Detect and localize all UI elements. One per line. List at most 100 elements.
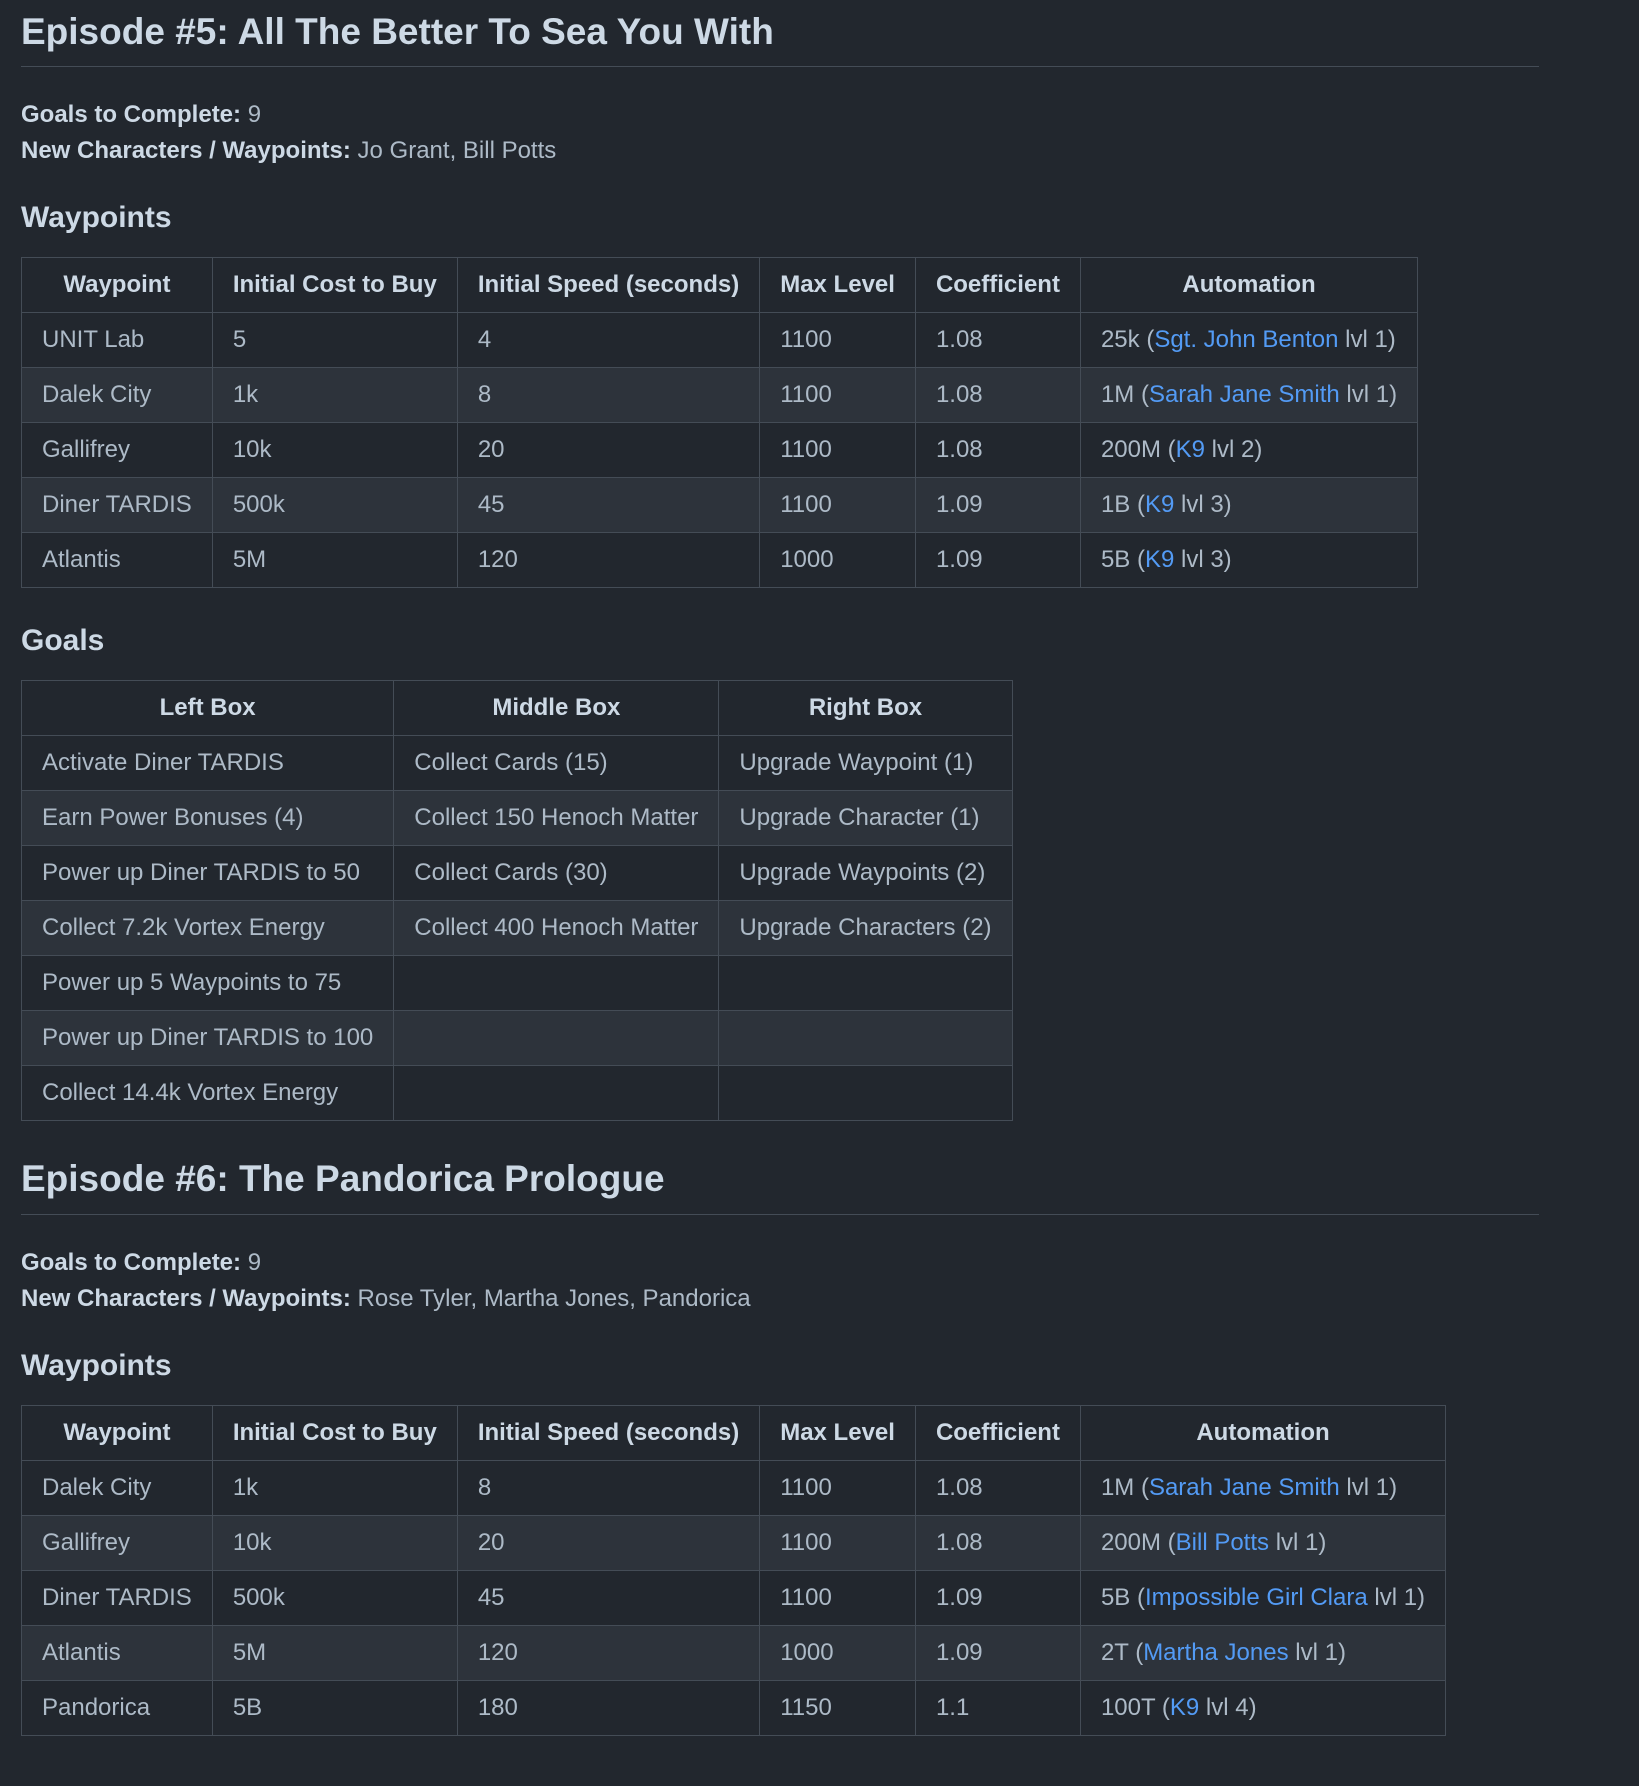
table-header-row: Waypoint Initial Cost to Buy Initial Spe… [21, 257, 1419, 314]
character-link[interactable]: Sarah Jane Smith [1149, 1474, 1340, 1501]
cell-middle-box [393, 1010, 720, 1067]
cell-left-box: Collect 7.2k Vortex Energy [20, 900, 395, 957]
character-link[interactable]: K9 [1170, 1694, 1199, 1721]
automation-cost: 5B ( [1100, 546, 1145, 574]
col-max-level: Max Level [759, 1404, 916, 1461]
goals-to-complete: Goals to Complete: 9 [21, 1245, 1539, 1281]
cell-waypoint: Dalek City [21, 367, 213, 424]
cell-middle-box [393, 955, 720, 1012]
table-row: Gallifrey 10k 20 1100 1.08 200M (Bill Po… [21, 1514, 1447, 1571]
col-initial-speed: Initial Speed (seconds) [456, 257, 761, 314]
table-row: Dalek City 1k 8 1100 1.08 1M (Sarah Jane… [21, 1459, 1447, 1516]
table-row: Power up Diner TARDIS to 100 [20, 1010, 1013, 1067]
cell-left-box: Power up Diner TARDIS to 50 [20, 845, 395, 902]
cell-cost: 10k [211, 422, 458, 479]
col-coefficient: Coefficient [914, 257, 1081, 314]
cell-max-level: 1100 [759, 312, 916, 369]
episode-5-meta: Goals to Complete: 9 New Characters / Wa… [21, 97, 1539, 169]
cell-automation: 200M (Bill Potts lvl 1) [1079, 1514, 1447, 1571]
col-max-level: Max Level [759, 257, 916, 314]
cell-automation: 200M (K9 lvl 2) [1079, 422, 1419, 479]
cell-automation: 5B (Impossible Girl Clara lvl 1) [1079, 1569, 1447, 1626]
cell-right-box: Upgrade Waypoint (1) [718, 735, 1013, 792]
waypoints-heading: Waypoints [21, 1348, 172, 1382]
cell-max-level: 1100 [759, 477, 916, 534]
character-link[interactable]: Sgt. John Benton [1154, 326, 1338, 353]
new-value: Rose Tyler, Martha Jones, Pandorica [357, 1284, 751, 1312]
table-row: Diner TARDIS 500k 45 1100 1.09 1B (K9 lv… [21, 477, 1419, 534]
new-characters: New Characters / Waypoints: Rose Tyler, … [21, 1281, 1539, 1317]
cell-waypoint: Gallifrey [21, 422, 213, 479]
automation-level: lvl 1) [1367, 1583, 1426, 1611]
episode-5-waypoints-table: Waypoint Initial Cost to Buy Initial Spe… [21, 257, 1419, 589]
cell-cost: 1k [211, 1459, 458, 1516]
cell-speed: 8 [456, 1459, 761, 1516]
episode-6-waypoints-table: Waypoint Initial Cost to Buy Initial Spe… [21, 1404, 1447, 1736]
character-link[interactable]: K9 [1176, 436, 1205, 463]
col-automation: Automation [1079, 1404, 1447, 1461]
automation-cost: 5B ( [1100, 1583, 1145, 1611]
automation-cost: 25k ( [1100, 326, 1155, 354]
cell-waypoint: Diner TARDIS [21, 1569, 213, 1626]
character-link[interactable]: Sarah Jane Smith [1149, 381, 1340, 408]
cell-speed: 120 [456, 1624, 761, 1681]
col-initial-speed: Initial Speed (seconds) [456, 1404, 761, 1461]
col-initial-cost: Initial Cost to Buy [211, 257, 458, 314]
table-row: Collect 7.2k Vortex Energy Collect 400 H… [20, 900, 1013, 957]
cell-right-box [718, 1010, 1013, 1067]
table-header-row: Waypoint Initial Cost to Buy Initial Spe… [21, 1404, 1447, 1461]
cell-right-box: Upgrade Characters (2) [718, 900, 1013, 957]
cell-cost: 5M [211, 532, 458, 589]
character-link[interactable]: K9 [1145, 546, 1174, 573]
col-left-box: Left Box [20, 680, 395, 737]
cell-cost: 5B [211, 1679, 458, 1736]
cell-waypoint: Diner TARDIS [21, 477, 213, 534]
col-automation: Automation [1079, 257, 1419, 314]
character-link[interactable]: Martha Jones [1143, 1639, 1288, 1666]
col-right-box: Right Box [718, 680, 1013, 737]
cell-left-box: Activate Diner TARDIS [20, 735, 395, 792]
automation-cost: 2T ( [1100, 1638, 1144, 1666]
automation-level: lvl 3) [1174, 546, 1232, 574]
cell-speed: 4 [456, 312, 761, 369]
cell-automation: 2T (Martha Jones lvl 1) [1079, 1624, 1447, 1681]
cell-middle-box: Collect Cards (30) [393, 845, 720, 902]
automation-cost: 1M ( [1100, 1473, 1149, 1501]
cell-coefficient: 1.08 [914, 1459, 1081, 1516]
automation-cost: 100T ( [1100, 1693, 1170, 1721]
character-link[interactable]: Impossible Girl Clara [1145, 1584, 1368, 1611]
table-row: Power up Diner TARDIS to 50 Collect Card… [20, 845, 1013, 902]
cell-max-level: 1100 [759, 1459, 916, 1516]
cell-middle-box: Collect 400 Henoch Matter [393, 900, 720, 957]
cell-automation: 100T (K9 lvl 4) [1079, 1679, 1447, 1736]
cell-waypoint: Atlantis [21, 532, 213, 589]
cell-max-level: 1100 [759, 1569, 916, 1626]
cell-cost: 500k [211, 477, 458, 534]
cell-middle-box: Collect 150 Henoch Matter [393, 790, 720, 847]
character-link[interactable]: K9 [1145, 491, 1174, 518]
cell-middle-box: Collect Cards (15) [393, 735, 720, 792]
new-label: New Characters / Waypoints: [21, 1284, 351, 1312]
cell-left-box: Power up 5 Waypoints to 75 [20, 955, 395, 1012]
table-row: Diner TARDIS 500k 45 1100 1.09 5B (Impos… [21, 1569, 1447, 1626]
automation-cost: 200M ( [1100, 1528, 1176, 1556]
col-coefficient: Coefficient [914, 1404, 1081, 1461]
cell-left-box: Collect 14.4k Vortex Energy [20, 1065, 395, 1122]
automation-cost: 1M ( [1100, 381, 1149, 409]
cell-automation: 1M (Sarah Jane Smith lvl 1) [1079, 367, 1419, 424]
goals-label: Goals to Complete: [21, 101, 242, 129]
table-row: Pandorica 5B 180 1150 1.1 100T (K9 lvl 4… [21, 1679, 1447, 1736]
table-row: Activate Diner TARDIS Collect Cards (15)… [20, 735, 1013, 792]
episode-6-title: Episode #6: The Pandorica Prologue [21, 1147, 1539, 1215]
col-waypoint: Waypoint [21, 1404, 213, 1461]
automation-level: lvl 1) [1269, 1528, 1327, 1556]
cell-waypoint: Pandorica [21, 1679, 213, 1736]
cell-coefficient: 1.08 [914, 1514, 1081, 1571]
cell-coefficient: 1.08 [914, 312, 1081, 369]
character-link[interactable]: Bill Potts [1176, 1529, 1269, 1556]
cell-cost: 1k [211, 367, 458, 424]
episode-5-title: Episode #5: All The Better To Sea You Wi… [21, 0, 1539, 68]
cell-cost: 5 [211, 312, 458, 369]
cell-max-level: 1100 [759, 422, 916, 479]
goals-value: 9 [247, 1248, 262, 1276]
